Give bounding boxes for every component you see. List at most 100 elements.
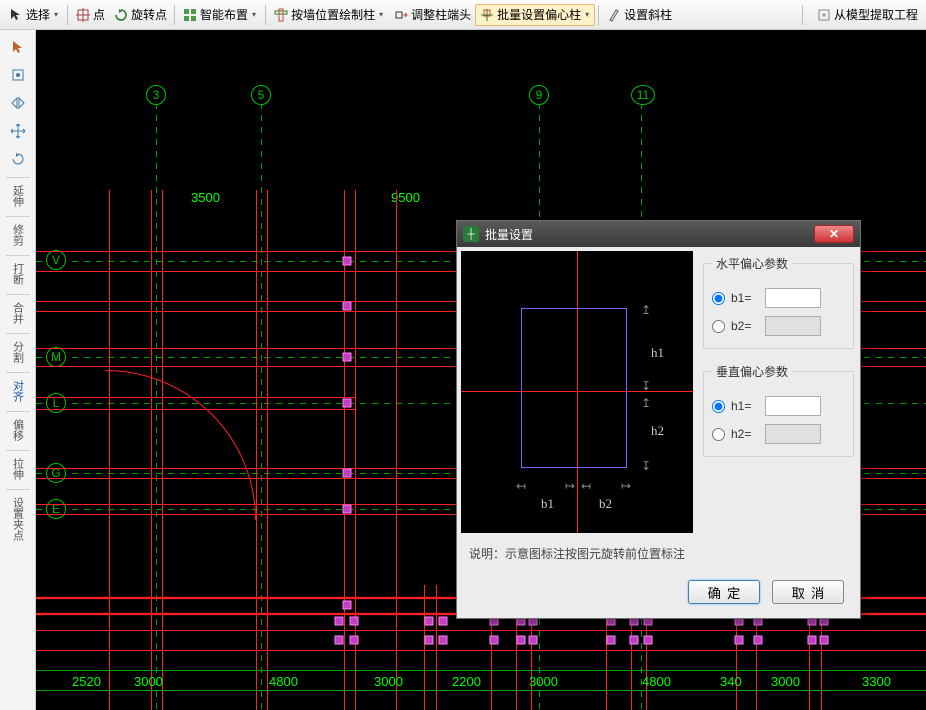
tool-set-grip[interactable]: 设置夹点 [3,493,33,545]
close-icon: ✕ [829,227,839,241]
extract-model-button[interactable]: 从模型提取工程 [812,4,922,26]
tool-pick[interactable] [3,62,33,88]
grip[interactable] [350,617,359,626]
grip[interactable] [820,636,829,645]
dialog-params: 水平偏心参数 b1= b2= 垂直偏心参数 [701,251,856,533]
group-title: 垂直偏心参数 [712,363,792,380]
grip[interactable] [517,636,526,645]
drawing-canvas[interactable]: 3 5 9 11 V M L G E 3500 9500 [36,30,926,710]
b2-input[interactable] [765,316,821,336]
grip[interactable] [607,636,616,645]
dialog-buttons: 确定 取消 [465,580,852,610]
tool-trim[interactable]: 修剪 [3,220,33,250]
tool-split[interactable]: 分割 [3,337,33,367]
toolbar-right: 从模型提取工程 [799,4,922,26]
grip[interactable] [735,636,744,645]
adjust-end-button[interactable]: 调整柱端头 [389,4,475,26]
grip[interactable] [425,636,434,645]
grip[interactable] [343,399,352,408]
ok-button[interactable]: 确定 [688,580,760,604]
tool-break[interactable]: 打断 [3,259,33,289]
tool-offset[interactable]: 偏移 [3,415,33,445]
dim-tick: ↦ [565,479,575,493]
tool-align[interactable]: 对齐 [3,376,33,406]
axis-bubble: G [46,463,66,483]
grip[interactable] [350,636,359,645]
grip[interactable] [343,505,352,514]
dim-tick: ↤ [516,479,526,493]
cancel-button[interactable]: 取消 [772,580,844,604]
dialog-titlebar[interactable]: ┼ 批量设置 ✕ [457,221,860,247]
tool-cursor[interactable] [3,34,33,60]
horizontal-offset-group: 水平偏心参数 b1= b2= [703,255,854,349]
preview-label-b2: b2 [599,496,612,512]
point-label: 点 [93,6,105,23]
h1-radio[interactable] [712,400,725,413]
grip[interactable] [808,636,817,645]
tool-merge[interactable]: 合并 [3,298,33,328]
grip[interactable] [335,617,344,626]
separator [6,450,30,451]
grip[interactable] [439,636,448,645]
h1-input[interactable] [765,396,821,416]
dropdown-icon: ▾ [250,7,258,23]
grip[interactable] [343,302,352,311]
dimension-text: 340 [720,674,742,689]
beam-line [36,397,356,398]
point-button[interactable]: 点 [71,4,109,26]
dim-tick: ↦ [621,479,631,493]
grip[interactable] [529,636,538,645]
grip[interactable] [490,636,499,645]
select-label: 选择 [26,6,50,23]
b2-radio[interactable] [712,320,725,333]
dim-tick: ↤ [581,479,591,493]
close-button[interactable]: ✕ [814,225,854,243]
beam-line [355,190,356,710]
separator [6,216,30,217]
grip[interactable] [343,601,352,610]
select-button[interactable]: 选择 ▾ [4,4,64,26]
draw-by-wall-button[interactable]: 按墙位置绘制柱 ▾ [269,4,389,26]
rotate-point-button[interactable]: 旋转点 [109,4,171,26]
grid-icon [182,7,198,23]
tool-mirror[interactable] [3,90,33,116]
preview-label-h1: h1 [651,345,664,361]
rotate-icon [113,7,129,23]
grip[interactable] [754,636,763,645]
axis-bubble: M [46,347,66,367]
param-b2-row: b2= [712,316,845,336]
grip[interactable] [644,636,653,645]
slant-icon [606,7,622,23]
top-toolbar: 选择 ▾ 点 旋转点 智能布置 ▾ 按墙位置绘制柱 ▾ 调整柱端头 [0,0,926,30]
h2-radio[interactable] [712,428,725,441]
slant-button[interactable]: 设置斜柱 [602,4,676,26]
batch-offset-button[interactable]: 批量设置偏心柱 ▾ [475,4,595,26]
grip[interactable] [343,353,352,362]
tool-move[interactable] [3,118,33,144]
adjust-icon [393,7,409,23]
dialog-footer: 说明：示意图标注按图元旋转前位置标注 确定 取消 [457,537,860,618]
tool-rotate[interactable] [3,146,33,172]
b1-radio[interactable] [712,292,725,305]
param-h1-row: h1= [712,396,845,416]
b1-input[interactable] [765,288,821,308]
dim-tick: ↧ [641,459,651,473]
tool-extend[interactable]: 延伸 [3,181,33,211]
grip[interactable] [425,617,434,626]
tool-stretch[interactable]: 拉伸 [3,454,33,484]
dialog-note: 说明：示意图标注按图元旋转前位置标注 [465,545,852,562]
dimension-text: 3000 [134,674,163,689]
dim-tick: ↥ [641,303,651,317]
grip[interactable] [439,617,448,626]
dimension-text: 2200 [452,674,481,689]
grip[interactable] [335,636,344,645]
smart-place-button[interactable]: 智能布置 ▾ [178,4,262,26]
dim-tick: ↥ [641,396,651,410]
offset-column-icon [479,7,495,23]
h2-input[interactable] [765,424,821,444]
grip[interactable] [343,469,352,478]
separator [67,5,68,25]
grip[interactable] [630,636,639,645]
grip[interactable] [343,257,352,266]
preview-label-h2: h2 [651,423,664,439]
